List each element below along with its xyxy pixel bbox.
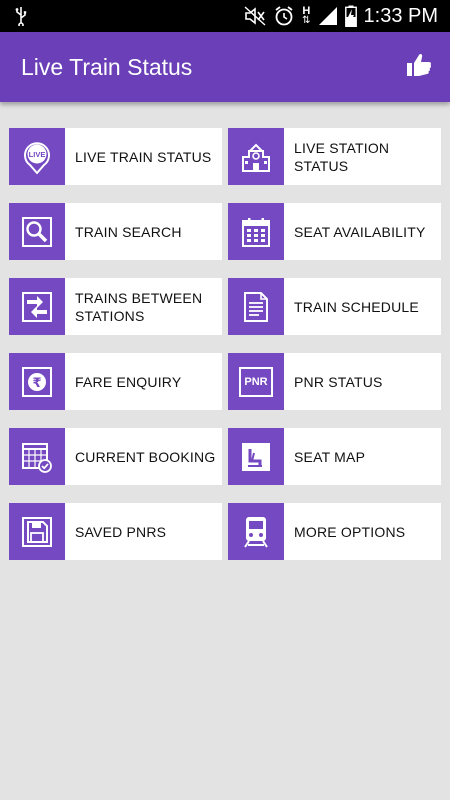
tile-label: SAVED PNRS	[75, 523, 167, 540]
svg-text:LIVE: LIVE	[29, 150, 46, 159]
menu-grid: LIVE LIVE TRAIN STATUS LIVE STATION STAT…	[9, 128, 441, 560]
station-building-icon	[228, 128, 284, 185]
usb-icon	[14, 6, 28, 26]
status-bar: H ⇅ 1:33 PM	[0, 0, 450, 32]
calendar-grid-icon	[228, 203, 284, 260]
mute-icon	[244, 6, 266, 26]
seat-icon	[228, 428, 284, 485]
seat-map-tile[interactable]: SEAT MAP	[228, 428, 441, 485]
tile-label: LIVE STATION STATUS	[294, 139, 390, 174]
tile-label: TRAINS BETWEEN STATIONS	[75, 289, 203, 324]
tile-label: FARE ENQUIRY	[75, 373, 182, 390]
tile-label: CURRENT BOOKING	[75, 448, 216, 465]
pnr-icon: PNR	[228, 353, 284, 410]
current-booking-tile[interactable]: CURRENT BOOKING	[9, 428, 222, 485]
fare-enquiry-tile[interactable]: ₹ FARE ENQUIRY	[9, 353, 222, 410]
more-options-tile[interactable]: MORE OPTIONS	[228, 503, 441, 560]
tile-label: SEAT MAP	[294, 448, 366, 465]
network-data-icon: H ⇅	[302, 5, 311, 26]
live-station-status-tile[interactable]: LIVE STATION STATUS	[228, 128, 441, 185]
app-bar: Live Train Status	[0, 32, 450, 102]
page-title: Live Train Status	[21, 53, 193, 80]
like-button[interactable]	[406, 52, 432, 83]
thumbs-up-icon	[406, 52, 432, 83]
tile-label: LIVE TRAIN STATUS	[75, 148, 212, 165]
saved-pnrs-tile[interactable]: SAVED PNRS	[9, 503, 222, 560]
train-schedule-tile[interactable]: TRAIN SCHEDULE	[228, 278, 441, 335]
tile-label: PNR STATUS	[294, 373, 383, 390]
magnifier-icon	[9, 203, 65, 260]
svg-text:₹: ₹	[32, 376, 41, 391]
tile-label: TRAIN SEARCH	[75, 223, 182, 240]
floppy-disk-icon	[9, 503, 65, 560]
clock: 1:33 PM	[363, 4, 438, 27]
tile-label: SEAT AVAILABILITY	[294, 223, 426, 240]
pnr-status-tile[interactable]: PNR PNR STATUS	[228, 353, 441, 410]
alarm-icon	[273, 5, 295, 27]
live-pin-icon: LIVE	[9, 128, 65, 185]
train-front-icon	[228, 503, 284, 560]
booking-calendar-icon	[9, 428, 65, 485]
pnr-icon-label: PNR	[244, 375, 268, 388]
signal-icon	[318, 6, 338, 26]
trains-between-stations-tile[interactable]: TRAINS BETWEEN STATIONS	[9, 278, 222, 335]
rupee-coin-icon: ₹	[9, 353, 65, 410]
live-train-status-tile[interactable]: LIVE LIVE TRAIN STATUS	[9, 128, 222, 185]
seat-availability-tile[interactable]: SEAT AVAILABILITY	[228, 203, 441, 260]
tile-label: TRAIN SCHEDULE	[294, 298, 419, 315]
train-search-tile[interactable]: TRAIN SEARCH	[9, 203, 222, 260]
swap-arrows-icon	[9, 278, 65, 335]
battery-charging-icon	[344, 5, 357, 27]
tile-label: MORE OPTIONS	[294, 523, 406, 540]
document-list-icon	[228, 278, 284, 335]
